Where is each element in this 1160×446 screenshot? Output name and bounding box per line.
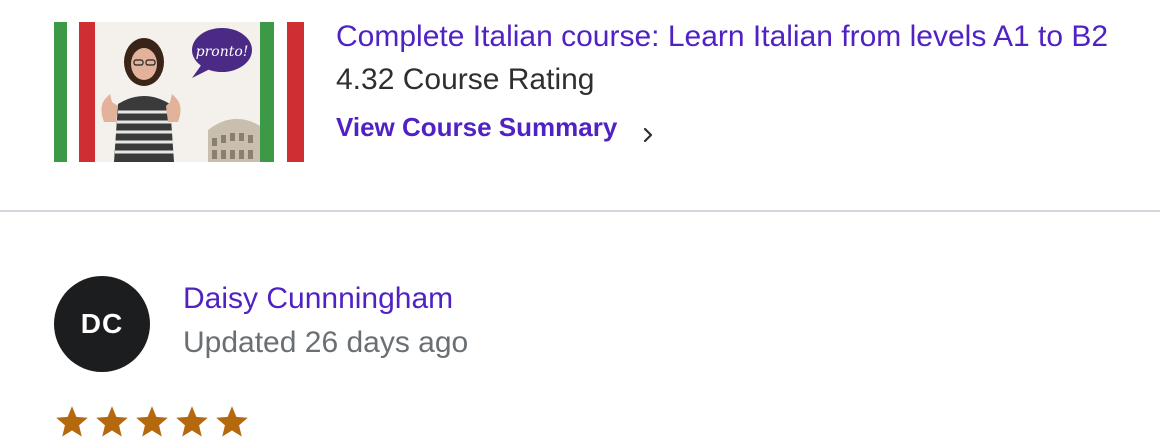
chevron-right-icon — [639, 118, 657, 143]
view-course-summary-label: View Course Summary — [336, 112, 618, 142]
review-updated-time: Updated 26 days ago — [183, 326, 469, 359]
course-thumbnail[interactable]: pronto! — [54, 22, 304, 162]
section-divider — [0, 210, 1160, 212]
avatar: DC — [54, 276, 150, 372]
star-icon — [96, 406, 128, 437]
course-rating: 4.32 Course Rating — [336, 63, 595, 96]
star-icon — [136, 406, 168, 437]
view-course-summary-link[interactable]: View Course Summary — [336, 110, 657, 144]
course-card: pronto! Complete Italian course: Learn I… — [0, 0, 1160, 211]
course-title-link[interactable]: Complete Italian course: Learn Italian f… — [336, 19, 1108, 55]
thumbnail-badge-text: pronto! — [196, 44, 249, 60]
star-icon — [56, 406, 88, 437]
star-icon — [216, 406, 248, 437]
star-icon — [176, 406, 208, 437]
reviewer-name-link[interactable]: Daisy Cunnningham — [183, 281, 453, 317]
star-rating — [54, 404, 250, 440]
